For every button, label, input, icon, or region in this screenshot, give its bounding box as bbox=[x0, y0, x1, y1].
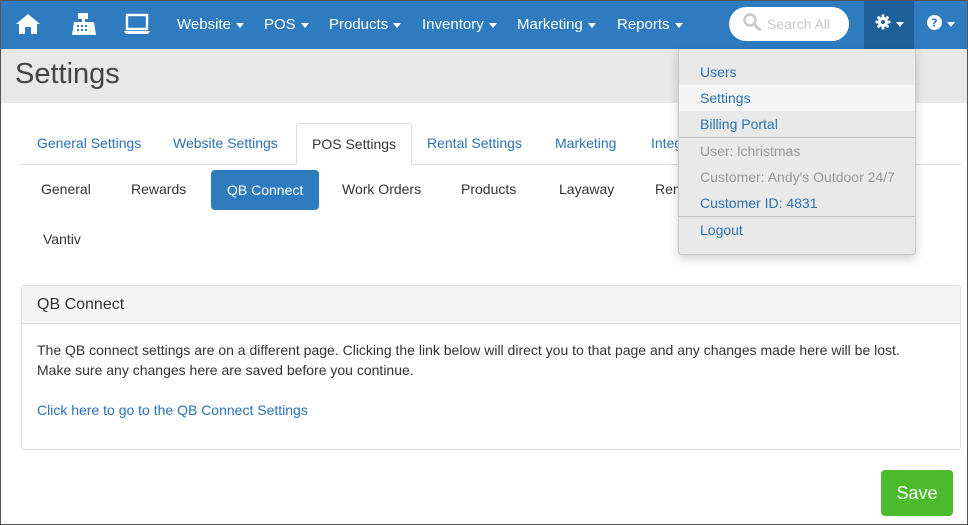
subtab-layaway[interactable]: Layaway bbox=[559, 169, 614, 209]
gear-icon bbox=[875, 14, 891, 35]
menu-customer-id[interactable]: Customer ID: 4831 bbox=[679, 190, 915, 216]
tab-marketing[interactable]: Marketing bbox=[555, 123, 616, 165]
tab-rental-settings[interactable]: Rental Settings bbox=[427, 123, 522, 165]
panel-body: The QB connect settings are on a differe… bbox=[22, 324, 960, 436]
help-menu-button[interactable]: ? bbox=[918, 0, 964, 49]
chevron-down-icon bbox=[947, 22, 955, 27]
panel-text-line1: The QB connect settings are on a differe… bbox=[37, 342, 900, 358]
nav-menu-pos[interactable]: POS bbox=[264, 0, 309, 49]
subtab-rewards[interactable]: Rewards bbox=[131, 169, 186, 209]
page-title: Settings bbox=[15, 58, 120, 90]
nav-menu-reports[interactable]: Reports bbox=[617, 0, 683, 49]
menu-item-users[interactable]: Users bbox=[679, 59, 915, 85]
help-icon: ? bbox=[927, 14, 942, 35]
menu-item-logout[interactable]: Logout bbox=[679, 217, 915, 243]
panel-text-line2: Make sure any changes here are saved bef… bbox=[37, 362, 414, 378]
menu-item-billing-portal[interactable]: Billing Portal bbox=[679, 111, 915, 137]
menu-customer-info: Customer: Andy's Outdoor 24/7 bbox=[700, 169, 895, 185]
chevron-down-icon bbox=[895, 22, 904, 27]
menu-item-settings[interactable]: Settings bbox=[679, 85, 915, 111]
top-navbar: Website POS Products Inventory Marketing… bbox=[0, 0, 968, 49]
home-icon[interactable] bbox=[14, 10, 42, 38]
search-icon bbox=[743, 12, 761, 36]
subtab-products[interactable]: Products bbox=[461, 169, 516, 209]
search-input[interactable]: Search All bbox=[729, 7, 849, 41]
subtab-rentals[interactable]: Ren bbox=[655, 169, 681, 209]
subtab-vantiv[interactable]: Vantiv bbox=[43, 219, 81, 259]
nav-menu-products[interactable]: Products bbox=[329, 0, 402, 49]
panel-heading: QB Connect bbox=[22, 286, 960, 324]
tab-general-settings[interactable]: General Settings bbox=[37, 123, 141, 165]
cash-register-icon[interactable] bbox=[70, 10, 98, 38]
qb-connect-settings-link[interactable]: Click here to go to the QB Connect Setti… bbox=[37, 400, 945, 420]
settings-menu-button[interactable] bbox=[864, 0, 914, 49]
laptop-icon[interactable] bbox=[123, 10, 151, 38]
subtab-work-orders[interactable]: Work Orders bbox=[342, 169, 421, 209]
tab-website-settings[interactable]: Website Settings bbox=[173, 123, 278, 165]
svg-text:?: ? bbox=[931, 16, 937, 29]
nav-menu-inventory[interactable]: Inventory bbox=[422, 0, 497, 49]
save-button[interactable]: Save bbox=[881, 470, 953, 516]
subtab-general[interactable]: General bbox=[41, 169, 91, 209]
settings-dropdown-menu: Users Settings Billing Portal User: lchr… bbox=[678, 49, 916, 255]
tab-pos-settings[interactable]: POS Settings bbox=[296, 123, 413, 165]
nav-menu-website[interactable]: Website bbox=[177, 0, 244, 49]
qb-connect-panel: QB Connect The QB connect settings are o… bbox=[21, 285, 961, 450]
search-placeholder: Search All bbox=[767, 16, 831, 32]
menu-user-info: User: lchristmas bbox=[700, 143, 801, 159]
subtab-qb-connect[interactable]: QB Connect bbox=[211, 170, 320, 210]
nav-menu-marketing[interactable]: Marketing bbox=[517, 0, 596, 49]
